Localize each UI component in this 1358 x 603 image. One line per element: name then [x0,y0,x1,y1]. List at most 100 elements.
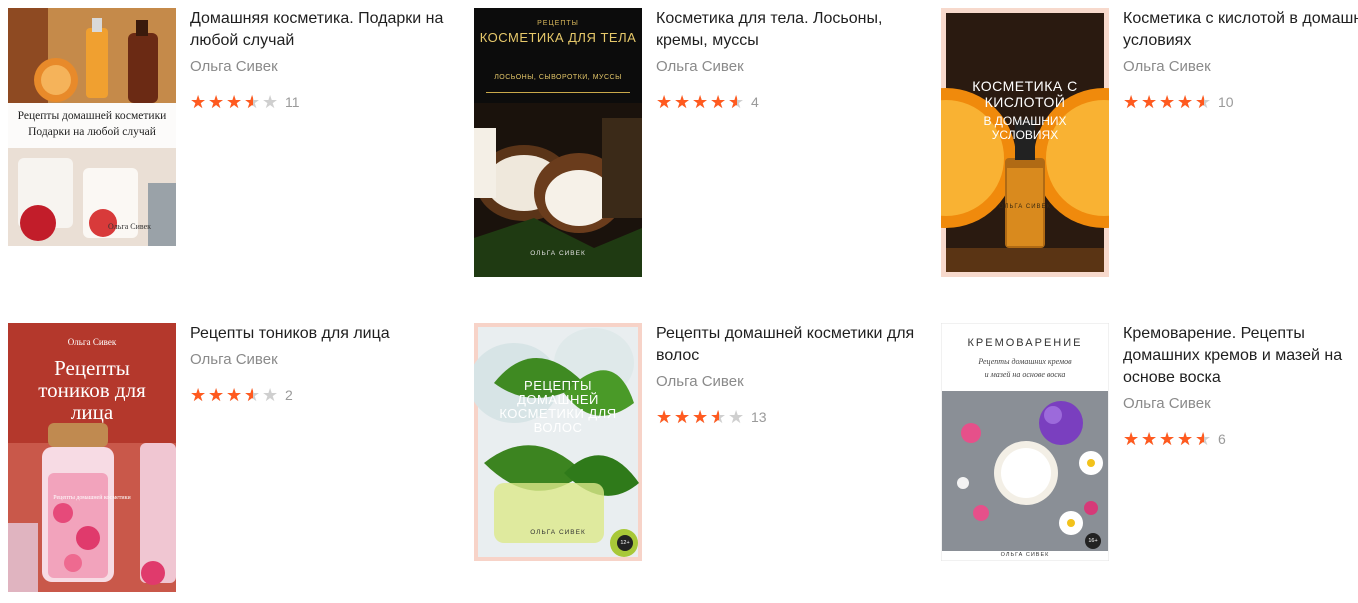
book-cover-image[interactable]: РЕЦЕПТЫ КОСМЕТИКА ДЛЯ ТЕЛА ЛОСЬОНЫ, СЫВО… [474,8,642,277]
book-title[interactable]: Домашняя косметика. Подарки на любой слу… [190,8,450,52]
book-author[interactable]: Ольга Сивек [190,56,450,78]
rating-stars: ★★★★★★★★★★ [1123,93,1212,111]
book-title[interactable]: Косметика с кислотой в домашних условиях [1123,8,1358,52]
cover-author: ОЛЬГА СИВЕК [530,529,586,536]
book-cover-image[interactable]: РЕЦЕПТЫ ДОМАШНЕЙ КОСМЕТИКИ ДЛЯ ВОЛОС ОЛЬ… [474,323,642,561]
rating: ★ ★ ★ ★ ★ ★ ★ ★ ★ ★ 4 [656,92,916,112]
book-card: РЕЦЕПТЫ КОСМЕТИКА ДЛЯ ТЕЛА ЛОСЬОНЫ, СЫВО… [474,8,914,288]
star-icon: ★★ [692,407,709,427]
cover-subtitle: ЛОСЬОНЫ, СЫВОРОТКИ, МУССЫ [494,74,622,81]
star-icon: ★★ [208,385,225,405]
cover-title-line: В ДОМАШНИХ [983,114,1067,128]
star-icon: ★★ [1123,429,1140,449]
book-author[interactable]: Ольга Сивек [1123,393,1358,415]
rating-stars: ★★★★★★★★★★ [656,408,745,426]
cover-title-line: КОСМЕТИКА С [972,78,1078,94]
rating: ★★★★★★★★★★ 11 [190,92,450,112]
star-icon: ★★ [262,385,279,405]
book-cover-image[interactable]: КОСМЕТИКА С КИСЛОТОЙ В ДОМАШНИХ УСЛОВИЯХ… [941,8,1109,277]
cover-author: Ольга Сивек [108,222,152,231]
book-author[interactable]: Ольга Сивек [656,371,916,393]
cover-line: Подарки на любой случай [28,126,156,138]
cover-title-line: ВОЛОС [533,420,583,435]
book-info: Косметика с кислотой в домашних условиях… [1123,8,1358,112]
rating-stars: ★★★★★★★★★★ [1123,430,1212,448]
age-rating-badge: 16+ [1085,533,1101,549]
star-icon: ★★ [226,385,243,405]
cover-subtitle-line: Рецепты домашних кремов [978,357,1072,366]
star-icon: ★★ [190,92,207,112]
cover-author: ОЛЬГА СИВЕК [1000,552,1050,558]
star-icon: ★★ [190,385,207,405]
book-card: КРЕМОВАРЕНИЕ Рецепты домашних кремов и м… [941,323,1358,603]
cover-title-line: УСЛОВИЯХ [991,128,1059,142]
star-icon: ★★ [1177,92,1194,112]
book-title[interactable]: Рецепты тоников для лица [190,323,450,345]
star-icon: ★★ [1195,92,1212,112]
book-card: КОСМЕТИКА С КИСЛОТОЙ В ДОМАШНИХ УСЛОВИЯХ… [941,8,1358,288]
star-icon: ★★ [1195,429,1212,449]
cover-top: РЕЦЕПТЫ [537,20,579,27]
star-icon: ★★ [1159,429,1176,449]
book-author[interactable]: Ольга Сивек [656,56,916,78]
star-icon: ★★ [728,407,745,427]
book-info: Рецепты тоников для лица Ольга Сивек ★ ★ ★… [190,323,450,405]
rating: ★★★★★★★★★★ 2 [190,385,450,405]
cover-author: ОЛЬГА СИВЕК [998,204,1052,210]
star-icon: ★★ [262,92,279,112]
rating-stars: ★★★★★★★★★★ [656,93,745,111]
book-cover-image[interactable]: Рецепты домашней косметики Подарки на лю… [8,8,176,246]
rating: ★ ★ ★ ★ ★ ★ ★ ★ ★ ★ 10 [1123,92,1358,112]
star-icon: ★★ [710,92,727,112]
review-count: 10 [1218,94,1234,110]
book-card: РЕЦЕПТЫ ДОМАШНЕЙ КОСМЕТИКИ ДЛЯ ВОЛОС ОЛЬ… [474,323,914,603]
book-cover-image[interactable]: Ольга Сивек Рецепты тоников для лица Рец… [8,323,176,592]
cover-line: Рецепты домашней косметики [17,110,167,122]
book-cover-image[interactable]: КРЕМОВАРЕНИЕ Рецепты домашних кремов и м… [941,323,1109,561]
star-icon: ★★ [1159,92,1176,112]
star-icon: ★★ [208,92,225,112]
cover-author: ОЛЬГА СИВЕК [530,250,586,257]
review-count: 6 [1218,431,1226,447]
cover-author: Ольга Сивек [67,337,117,347]
book-title[interactable]: Косметика для тела. Лосьоны, кремы, мусс… [656,8,916,52]
star-icon: ★★ [728,92,745,112]
book-info: Рецепты домашней косметики для волос Оль… [656,323,916,427]
book-author[interactable]: Ольга Сивек [1123,56,1358,78]
book-info: Домашняя косметика. Подарки на любой слу… [190,8,450,112]
book-info: Косметика для тела. Лосьоны, кремы, мусс… [656,8,916,112]
cover-title-line: РЕЦЕПТЫ [524,378,592,393]
age-rating-badge: 12+ [617,535,633,551]
star-icon: ★★ [1177,429,1194,449]
star-icon: ★★ [656,92,673,112]
star-icon: ★★ [1123,92,1140,112]
star-icon: ★★ [244,92,261,112]
rating-stars: ★★★★★★★★★★ [190,93,279,111]
star-icon: ★★ [674,407,691,427]
book-title[interactable]: Рецепты домашней косметики для волос [656,323,916,367]
book-title[interactable]: Кремоварение. Рецепты домашних кремов и … [1123,323,1358,389]
cover-subtitle: Рецепты домашней косметики [53,495,131,501]
star-icon: ★★ [710,407,727,427]
star-icon: ★★ [656,407,673,427]
star-icon: ★★ [692,92,709,112]
cover-title-line: лица [70,400,114,424]
rating-stars: ★★★★★★★★★★ [190,386,279,404]
review-count: 4 [751,94,759,110]
rating: ★ ★ ★ ★ ★ ★ ★ ★ ★ ★ 6 [1123,429,1358,449]
cover-subtitle-line: и мазей на основе воска [984,370,1066,379]
cover-title-line: ДОМАШНЕЙ [517,392,599,407]
book-card: Рецепты домашней косметики Подарки на лю… [8,8,448,288]
cover-title-line: тоников для [38,378,146,402]
book-card: Ольга Сивек Рецепты тоников для лица Рец… [8,323,448,603]
book-author[interactable]: Ольга Сивек [190,349,450,371]
star-icon: ★★ [1141,92,1158,112]
cover-title-line: КИСЛОТОЙ [984,94,1066,110]
book-info: Кремоварение. Рецепты домашних кремов и … [1123,323,1358,449]
cover-title-line: КОСМЕТИКИ ДЛЯ [499,406,617,421]
star-icon: ★★ [226,92,243,112]
review-count: 11 [285,94,300,110]
review-count: 2 [285,387,293,403]
rating: ★★★★★★★★★★ 13 [656,407,916,427]
review-count: 13 [751,409,767,425]
